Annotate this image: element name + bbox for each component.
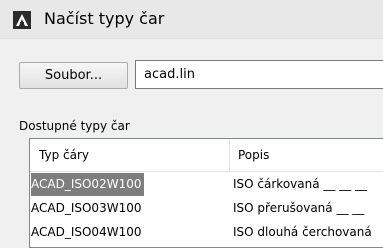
available-linetypes-label: Dostupné typy čar [19,119,130,133]
list-header: Typ čáry Popis [30,139,383,172]
linetype-list[interactable]: Typ čáry Popis ACAD_ISO02W100 ISO čárkov… [29,138,383,248]
table-row[interactable]: ACAD_ISO02W100 ISO čárkovaná __ __ __ [30,173,383,196]
linetype-description: ISO čárkovaná __ __ __ [233,177,368,191]
table-row[interactable]: ACAD_ISO03W100 ISO přerušovaná __ __ [30,197,383,220]
linetype-name: ACAD_ISO02W100 [31,173,145,196]
linetype-description: ISO přerušovaná __ __ [233,201,365,215]
column-header-linetype[interactable]: Typ čáry [39,139,225,171]
window-title: Načíst typy čar [44,9,165,28]
column-header-description[interactable]: Popis [238,139,383,171]
title-bar[interactable]: Načíst typy čar [0,0,383,39]
column-divider[interactable] [229,139,230,171]
file-button[interactable]: Soubor... [19,62,128,89]
acad-logo-icon [13,11,31,29]
linetype-name: ACAD_ISO03W100 [31,201,142,215]
file-path-field[interactable]: acad.lin [135,60,383,89]
